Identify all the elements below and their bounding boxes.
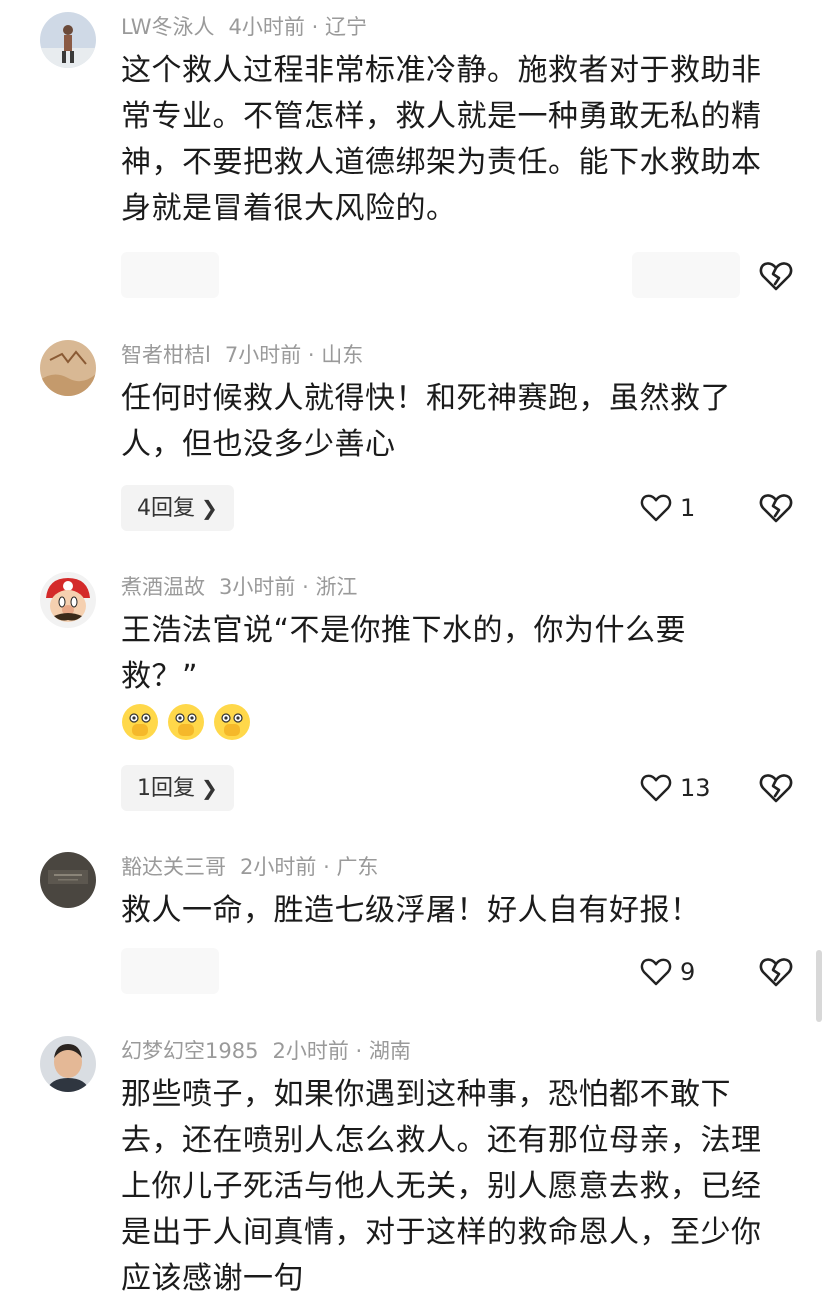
timestamp: 7小时前 <box>224 343 302 367</box>
like-placeholder <box>632 252 740 298</box>
timestamp: 4小时前 <box>228 15 305 39</box>
view-replies-button[interactable]: 4回复 ❯ <box>121 485 234 531</box>
scrollbar[interactable] <box>816 950 822 1022</box>
username[interactable]: LW冬泳人 <box>121 15 215 39</box>
peeking-face-emoji <box>122 704 158 740</box>
broken-heart-icon[interactable] <box>758 770 794 806</box>
comment-meta: 煮酒温故 3小时前 · 浙江 <box>121 573 357 601</box>
chevron-right-icon: ❯ <box>201 496 218 520</box>
location: 辽宁 <box>324 15 367 39</box>
like-count: 9 <box>680 958 696 986</box>
like-count: 13 <box>680 774 711 802</box>
heart-outline-icon <box>640 774 672 802</box>
comment-meta: 智者柑桔l 7小时前 · 山东 <box>121 341 363 369</box>
location: 山东 <box>321 343 364 367</box>
comment-text: 那些喷子，如果你遇到这种事，恐怕都不敢下去，还在喷别人怎么救人。还有那位母亲，法… <box>121 1077 762 1296</box>
view-replies-button[interactable]: 1回复 ❯ <box>121 765 234 811</box>
avatar[interactable] <box>40 572 96 628</box>
avatar[interactable] <box>40 852 96 908</box>
emoji-row <box>120 702 252 742</box>
like-count: 1 <box>680 494 696 522</box>
separator: · <box>302 575 309 599</box>
comment-meta: LW冬泳人 4小时前 · 辽宁 <box>121 13 367 41</box>
timestamp: 2小时前 <box>272 1039 349 1063</box>
location: 湖南 <box>368 1039 411 1063</box>
avatar[interactable] <box>40 12 96 68</box>
broken-heart-icon[interactable] <box>758 258 794 294</box>
avatar[interactable] <box>40 340 96 396</box>
separator: · <box>323 855 330 879</box>
timestamp: 2小时前 <box>240 855 317 879</box>
reply-count-label: 4回复 <box>137 496 195 521</box>
reply-count-label: 1回复 <box>137 776 195 801</box>
avatar[interactable] <box>40 1036 96 1092</box>
like-button[interactable]: 9 <box>640 952 695 992</box>
peeking-face-emoji <box>168 704 204 740</box>
timestamp: 3小时前 <box>219 575 296 599</box>
comment-meta: 幻梦幻空1985 2小时前 · 湖南 <box>121 1037 411 1065</box>
location: 浙江 <box>315 575 358 599</box>
comment-text: 这个救人过程非常标准冷静。施救者对于救助非常专业。不管怎样，救人就是一种勇敢无私… <box>121 53 762 226</box>
broken-heart-icon[interactable] <box>758 490 794 526</box>
comment-meta: 豁达关三哥 2小时前 · 广东 <box>121 853 378 881</box>
username[interactable]: 煮酒温故 <box>121 575 205 599</box>
comment-text: 任何时候救人就得快！和死神赛跑，虽然救了人，但也没多少善心 <box>121 381 731 462</box>
username[interactable]: 幻梦幻空1985 <box>121 1039 258 1063</box>
peeking-face-emoji <box>214 704 250 740</box>
location: 广东 <box>336 855 379 879</box>
broken-heart-icon[interactable] <box>758 954 794 990</box>
username[interactable]: 豁达关三哥 <box>121 855 226 879</box>
reply-placeholder <box>121 252 219 298</box>
heart-outline-icon <box>640 958 672 986</box>
comment-text: 王浩法官说“不是你推下水的，你为什么要救？” <box>121 613 687 694</box>
separator: · <box>307 343 315 367</box>
separator: · <box>311 15 319 39</box>
separator: · <box>355 1039 363 1063</box>
chevron-right-icon: ❯ <box>201 776 218 800</box>
like-button[interactable]: 1 <box>640 488 695 528</box>
comment-text: 救人一命，胜造七级浮屠！好人自有好报！ <box>121 893 701 928</box>
username[interactable]: 智者柑桔l <box>121 343 211 367</box>
like-button[interactable]: 13 <box>640 768 711 808</box>
reply-placeholder <box>121 948 219 994</box>
heart-outline-icon <box>640 494 672 522</box>
